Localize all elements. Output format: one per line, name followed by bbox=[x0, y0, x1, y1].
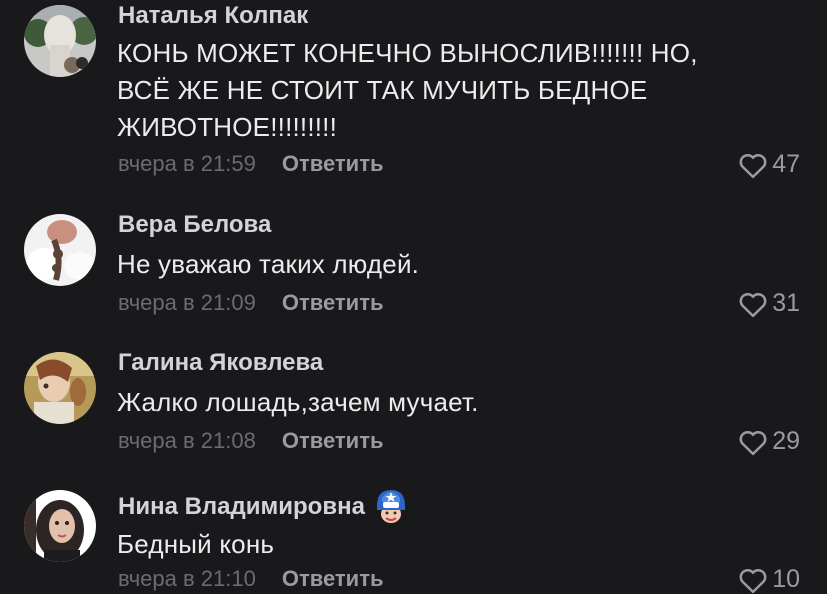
comment-text-line: Бедный конь bbox=[117, 529, 275, 559]
reply-button[interactable]: Ответить bbox=[282, 151, 384, 177]
comment-author[interactable]: Вера Белова bbox=[118, 211, 271, 239]
comment-author[interactable]: Наталья Колпак bbox=[118, 2, 308, 30]
comment-author[interactable]: Нина Владимировна bbox=[118, 488, 409, 526]
like-button[interactable]: 47 bbox=[738, 150, 800, 179]
comment-text-line: ВСЁ ЖЕ НЕ СТОИТ ТАК МУЧИТЬ БЕДНОЕ bbox=[117, 75, 648, 105]
comment-timestamp: вчера в 21:59 bbox=[118, 151, 256, 176]
comment-timestamp: вчера в 21:09 bbox=[118, 290, 256, 315]
comment-timestamp: вчера в 21:08 bbox=[118, 428, 256, 453]
like-button[interactable]: 31 bbox=[738, 289, 800, 318]
comment-meta: вчера в 21:08 Ответить bbox=[118, 428, 384, 454]
comment-text-line: Жалко лошадь,зачем мучает. bbox=[117, 387, 479, 417]
comment-text: КОНЬ МОЖЕТ КОНЕЧНО ВЫНОСЛИВ!!!!!!! НО, В… bbox=[117, 35, 777, 146]
heart-icon bbox=[739, 292, 767, 317]
comment-meta: вчера в 21:09 Ответить bbox=[118, 290, 384, 316]
comment-author[interactable]: Галина Яковлева bbox=[118, 349, 323, 377]
like-button[interactable]: 29 bbox=[738, 427, 800, 456]
comment-text: Не уважаю таких людей. bbox=[117, 246, 777, 283]
comment-text-line: КОНЬ МОЖЕТ КОНЕЧНО ВЫНОСЛИВ!!!!!!! НО, bbox=[117, 38, 698, 68]
like-count: 31 bbox=[772, 289, 800, 317]
comment-timestamp: вчера в 21:10 bbox=[118, 566, 256, 591]
comment-text: Жалко лошадь,зачем мучает. bbox=[117, 384, 777, 421]
comment-text-line: Не уважаю таких людей. bbox=[117, 249, 420, 279]
like-count: 29 bbox=[772, 427, 800, 455]
avatar[interactable] bbox=[24, 214, 96, 286]
avatar[interactable] bbox=[24, 352, 96, 424]
comment-text: Бедный конь bbox=[117, 526, 777, 563]
heart-icon bbox=[739, 430, 767, 455]
avatar[interactable] bbox=[24, 490, 96, 562]
like-count: 10 bbox=[772, 565, 800, 593]
reply-button[interactable]: Ответить bbox=[282, 290, 384, 316]
comment-meta: вчера в 21:10 Ответить bbox=[118, 566, 384, 592]
heart-icon bbox=[739, 568, 767, 593]
like-count: 47 bbox=[772, 150, 800, 178]
avatar[interactable] bbox=[24, 5, 96, 77]
like-button[interactable]: 10 bbox=[738, 565, 800, 594]
reply-button[interactable]: Ответить bbox=[282, 428, 384, 454]
heart-icon bbox=[739, 153, 767, 178]
captain-shield-icon bbox=[376, 490, 405, 523]
comment-author-name: Нина Владимировна bbox=[118, 493, 365, 520]
comment-meta: вчера в 21:59 Ответить bbox=[118, 151, 384, 177]
reply-button[interactable]: Ответить bbox=[282, 566, 384, 592]
comment-text-line: ЖИВОТНОЕ!!!!!!!!! bbox=[117, 112, 338, 142]
